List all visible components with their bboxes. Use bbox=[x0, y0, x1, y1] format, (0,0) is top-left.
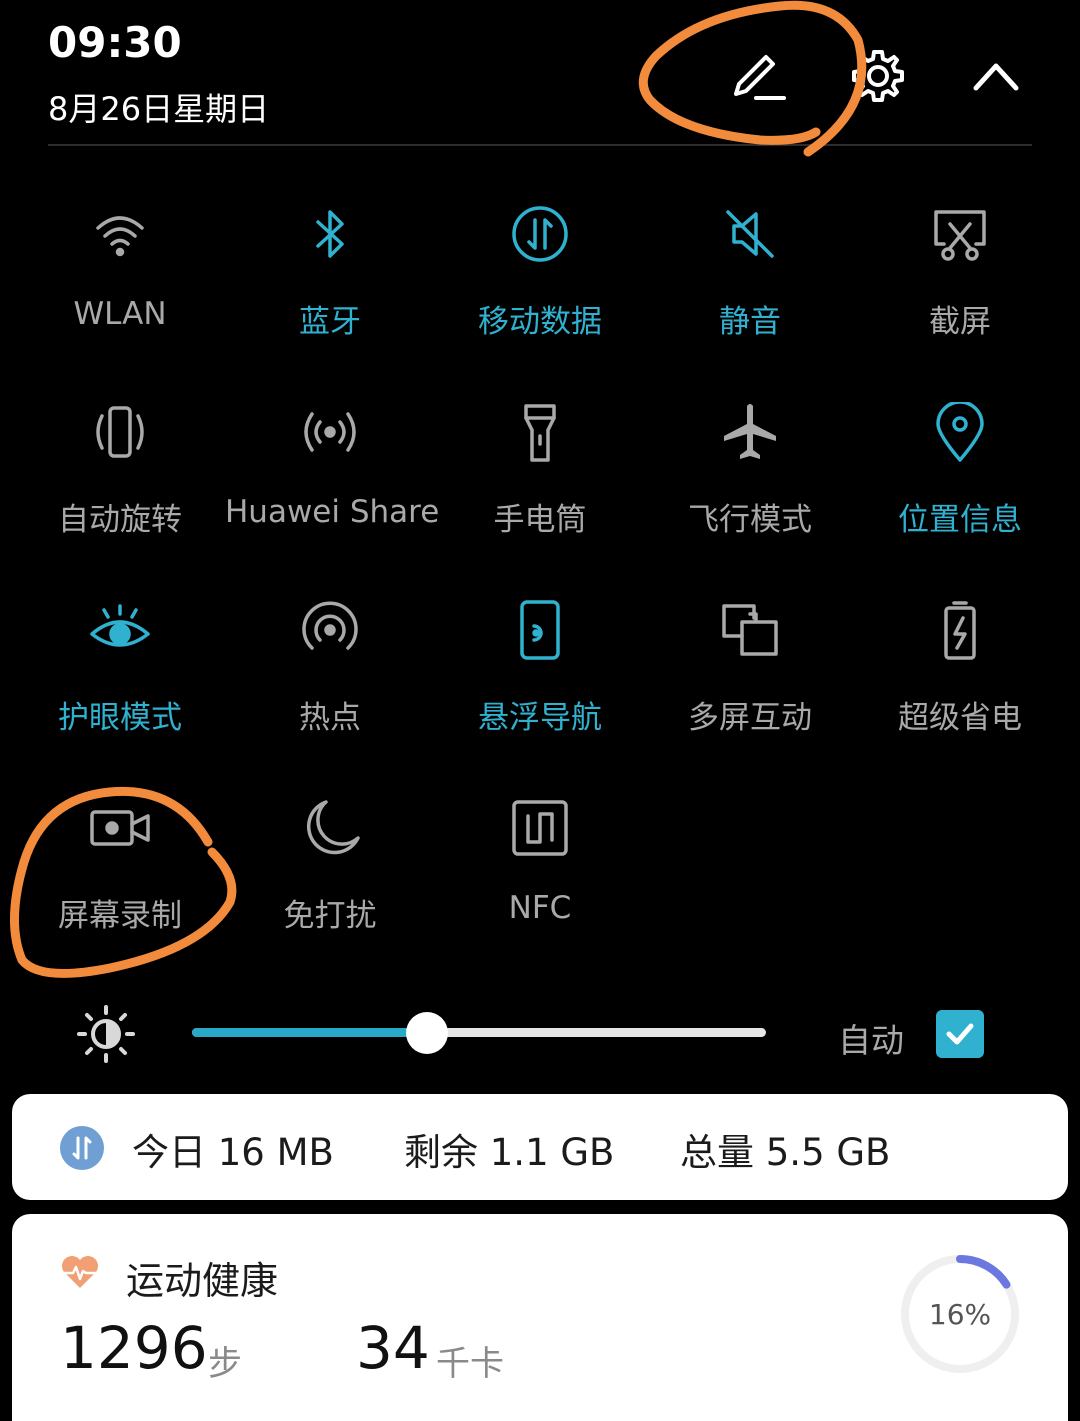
tile-screenshot[interactable]: 截屏 bbox=[855, 204, 1065, 364]
multi-screen-icon bbox=[720, 600, 780, 660]
tile-multi-screen[interactable]: 多屏互动 bbox=[645, 600, 855, 760]
huawei-share-icon bbox=[300, 402, 360, 462]
tile-label: 屏幕录制 bbox=[58, 898, 182, 934]
tile-hotspot[interactable]: 热点 bbox=[225, 600, 435, 760]
tile-label: 自动旋转 bbox=[58, 502, 182, 538]
tile-eye-comfort[interactable]: 护眼模式 bbox=[15, 600, 225, 760]
tile-huawei-share[interactable]: Huawei Share bbox=[225, 402, 440, 562]
tile-label: 手电筒 bbox=[493, 502, 587, 538]
clock-time: 09:30 bbox=[48, 18, 182, 67]
tile-label: 蓝牙 bbox=[299, 304, 361, 340]
gear-icon bbox=[852, 50, 904, 102]
tile-label: 悬浮导航 bbox=[478, 700, 602, 736]
bluetooth-icon bbox=[300, 204, 360, 264]
tile-do-not-disturb[interactable]: 免打扰 bbox=[225, 798, 435, 958]
auto-brightness-label: 自动 bbox=[838, 1021, 904, 1060]
data-total: 总量 5.5 GB bbox=[680, 1131, 891, 1174]
hotspot-icon bbox=[300, 600, 360, 660]
tile-airplane-mode[interactable]: 飞行模式 bbox=[645, 402, 855, 562]
tile-floating-nav[interactable]: 悬浮导航 bbox=[435, 600, 645, 760]
heart-pulse-icon bbox=[60, 1252, 100, 1292]
floating-nav-icon bbox=[510, 600, 570, 660]
auto-brightness-checkbox[interactable] bbox=[936, 1010, 984, 1058]
tile-label: 静音 bbox=[719, 304, 781, 340]
tile-label: WLAN bbox=[73, 296, 167, 332]
mute-icon bbox=[720, 204, 780, 264]
mobile-data-icon bbox=[510, 204, 570, 264]
chevron-up-icon bbox=[973, 63, 1019, 91]
slider-thumb[interactable] bbox=[406, 1012, 449, 1054]
date-label: 8月26日星期日 bbox=[48, 90, 270, 128]
wifi-icon bbox=[90, 204, 150, 264]
location-icon bbox=[930, 400, 990, 462]
screenshot-icon bbox=[930, 204, 990, 264]
tile-label: 截屏 bbox=[929, 304, 991, 340]
brightness-icon bbox=[76, 1004, 136, 1064]
tile-label: 护眼模式 bbox=[58, 700, 182, 736]
tile-auto-rotate[interactable]: 自动旋转 bbox=[15, 402, 225, 562]
tile-label: Huawei Share bbox=[225, 494, 440, 530]
tile-label: 多屏互动 bbox=[688, 700, 812, 736]
settings-button[interactable] bbox=[842, 40, 914, 112]
tile-location[interactable]: 位置信息 bbox=[855, 400, 1065, 562]
data-remaining: 剩余 1.1 GB bbox=[404, 1131, 615, 1174]
tile-label: 免打扰 bbox=[283, 898, 377, 934]
tile-battery-saver[interactable]: 超级省电 bbox=[855, 600, 1065, 760]
edit-icon bbox=[734, 55, 786, 100]
tile-screen-record[interactable]: 屏幕录制 bbox=[15, 798, 225, 958]
slider-fill bbox=[192, 1028, 428, 1037]
brightness-slider[interactable] bbox=[192, 1010, 766, 1056]
tile-label: 移动数据 bbox=[478, 304, 602, 340]
mobile-data-icon bbox=[60, 1126, 104, 1170]
checkmark-icon bbox=[946, 1023, 974, 1045]
airplane-icon bbox=[720, 402, 780, 462]
moon-icon bbox=[300, 798, 360, 858]
eye-icon bbox=[90, 600, 150, 660]
tile-label: NFC bbox=[508, 890, 572, 926]
tile-label: 超级省电 bbox=[898, 700, 1022, 736]
edit-button[interactable] bbox=[720, 40, 792, 112]
health-card[interactable]: 运动健康 1296 步 34 千卡 16% bbox=[12, 1214, 1068, 1421]
data-usage-card[interactable]: 今日 16 MB 剩余 1.1 GB 总量 5.5 GB bbox=[12, 1094, 1068, 1200]
flashlight-icon bbox=[510, 402, 570, 462]
calories-unit: 千卡 bbox=[436, 1344, 504, 1384]
collapse-button[interactable] bbox=[960, 40, 1032, 112]
data-today: 今日 16 MB bbox=[132, 1131, 334, 1174]
tile-mute[interactable]: 静音 bbox=[645, 204, 855, 364]
calories-value: 34 bbox=[356, 1314, 430, 1382]
tile-bluetooth[interactable]: 蓝牙 bbox=[225, 204, 435, 364]
steps-value: 1296 bbox=[60, 1314, 208, 1382]
battery-saver-icon bbox=[930, 600, 990, 660]
health-title: 运动健康 bbox=[126, 1259, 279, 1303]
tile-label: 热点 bbox=[299, 700, 361, 736]
auto-rotate-icon bbox=[90, 402, 150, 462]
tile-label: 位置信息 bbox=[898, 502, 1022, 538]
header-divider bbox=[48, 144, 1032, 146]
screen-record-icon bbox=[90, 798, 150, 858]
tile-label: 飞行模式 bbox=[688, 502, 812, 538]
nfc-icon bbox=[510, 798, 570, 858]
steps-unit: 步 bbox=[208, 1344, 242, 1384]
tile-nfc[interactable]: NFC bbox=[435, 798, 645, 958]
progress-label: 16% bbox=[928, 1298, 992, 1331]
tile-wlan[interactable]: WLAN bbox=[15, 204, 225, 364]
tile-flashlight[interactable]: 手电筒 bbox=[435, 402, 645, 562]
tile-mobile-data[interactable]: 移动数据 bbox=[435, 204, 645, 364]
